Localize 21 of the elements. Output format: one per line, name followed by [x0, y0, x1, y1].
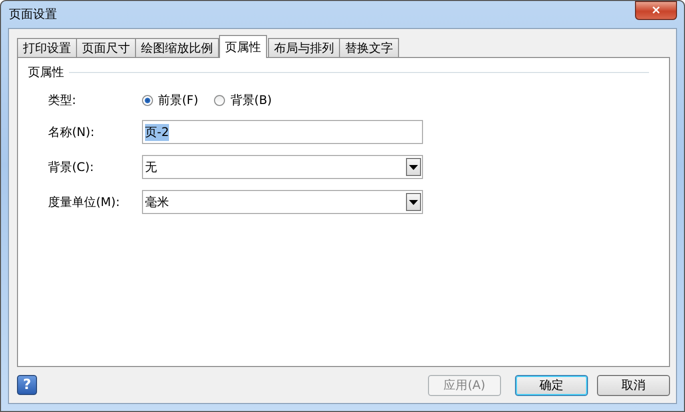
dialog-button[interactable]: 确定 — [515, 374, 588, 396]
tab[interactable]: 替换文字 — [339, 38, 399, 57]
tab[interactable]: 布局与排列 — [268, 38, 340, 57]
radio-option[interactable]: 背景(B) — [214, 92, 272, 109]
group-title: 页属性 — [28, 64, 64, 81]
help-button[interactable]: ? — [17, 375, 37, 395]
field-label: 名称(N): — [48, 124, 96, 140]
tab[interactable]: 页面尺寸 — [76, 38, 136, 57]
field-label: 背景(C): — [48, 158, 95, 176]
name-field[interactable]: 页-2 — [142, 120, 423, 144]
window-title: 页面设置 — [8, 6, 57, 23]
field-label: 类型: — [48, 92, 78, 109]
dropdown[interactable]: 毫米 — [142, 190, 423, 214]
radio-option[interactable]: 前景(F) — [142, 92, 198, 109]
tab[interactable]: 绘图缩放比例 — [135, 38, 219, 57]
field-label: 度量单位(M): — [48, 194, 121, 210]
close-button[interactable]: ✕ — [635, 1, 677, 20]
dialog-button[interactable]: 取消 — [597, 374, 670, 396]
dropdown[interactable]: 无 — [142, 155, 423, 179]
tab[interactable]: 页属性 — [219, 35, 267, 58]
tab[interactable]: 打印设置 — [17, 38, 77, 57]
